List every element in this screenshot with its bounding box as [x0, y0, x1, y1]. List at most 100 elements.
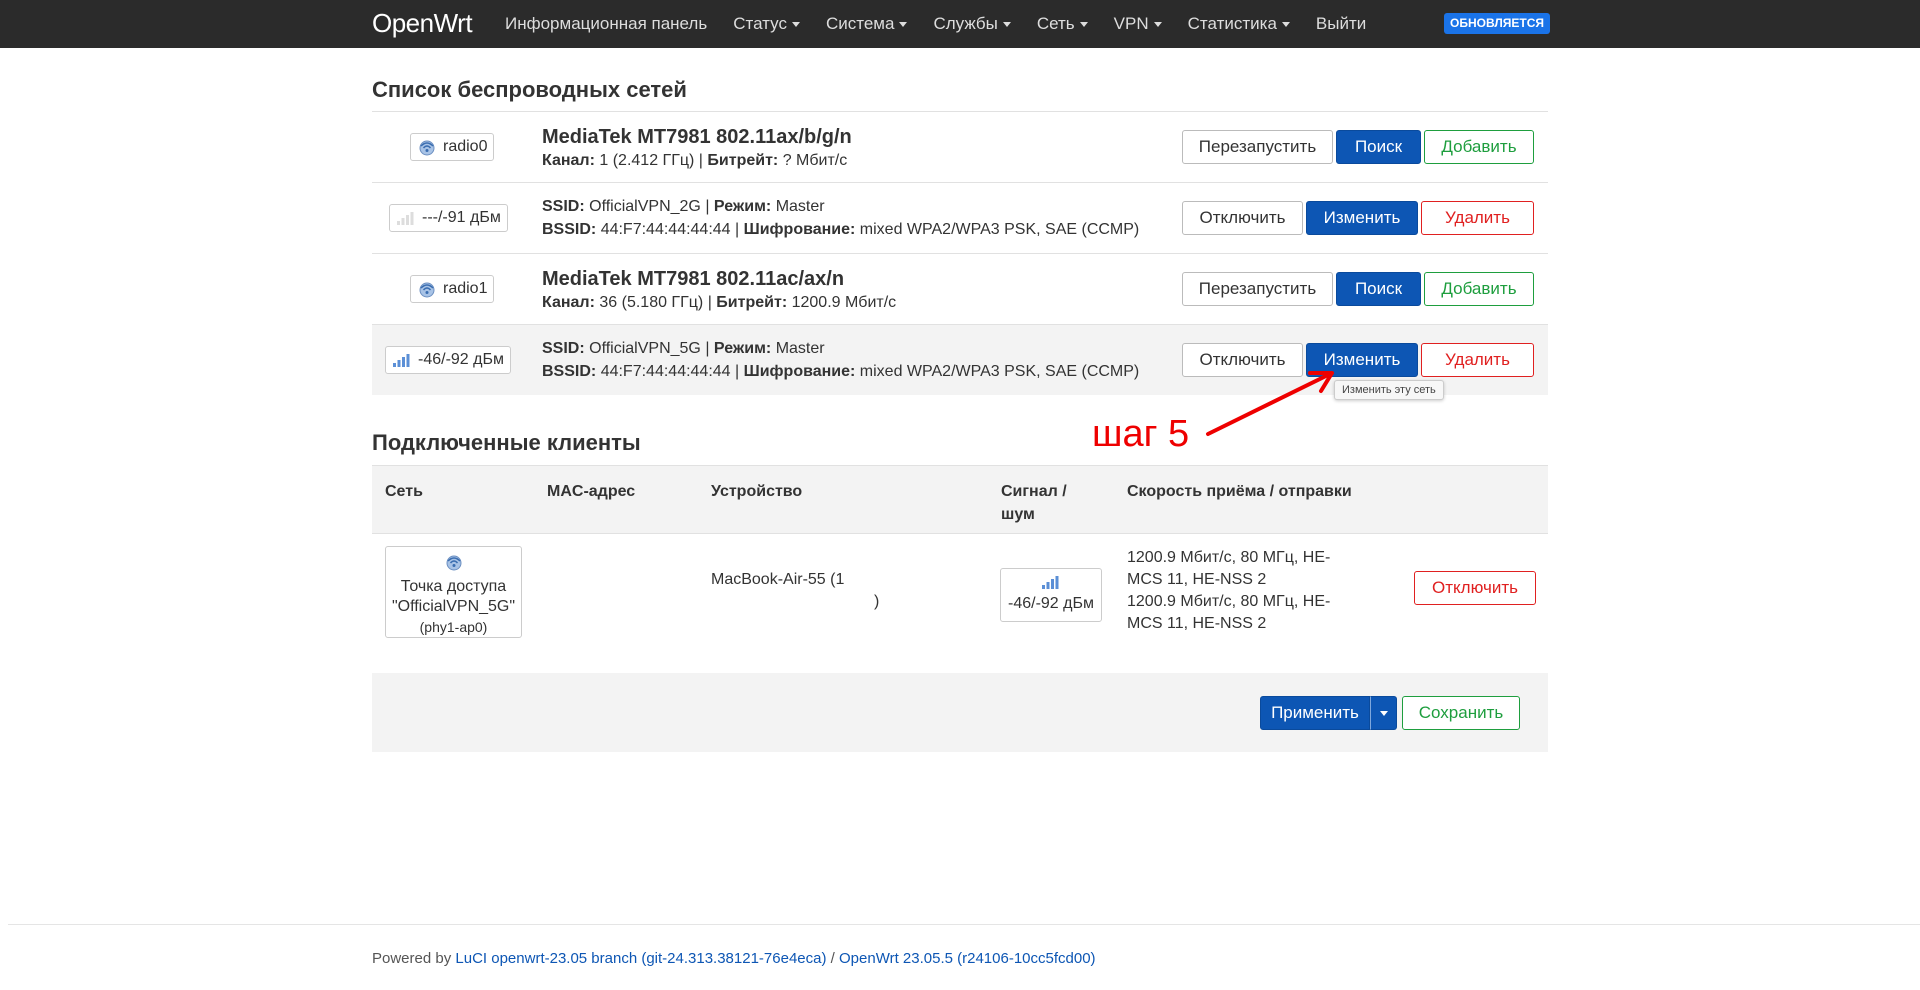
scan-button[interactable]: Поиск — [1336, 130, 1421, 164]
add-network-button[interactable]: Добавить — [1424, 130, 1534, 164]
rate-tx: 1200.9 Мбит/с, 80 МГц, HE-MCS 11, HE-NSS… — [1127, 593, 1331, 632]
radio-row: radio1 MediaTek MT7981 802.11ac/ax/n Кан… — [372, 253, 1548, 324]
radio-name: MediaTek MT7981 802.11ax/b/g/n — [542, 126, 852, 148]
main-menu: Информационная панель Статус Система Слу… — [505, 0, 1392, 48]
signal-value: ---/-91 дБм — [422, 209, 501, 226]
signal-badge: -46/-92 дБм — [385, 346, 511, 374]
col-signal: Сигнал / шум — [1001, 480, 1067, 526]
menu-label: Сеть — [1036, 14, 1075, 33]
footer-divider — [8, 924, 1920, 925]
encryption-label: Шифрование: — [743, 363, 856, 380]
menu-logout[interactable]: Выйти — [1316, 14, 1366, 34]
network-ssid-line: SSID: OfficialVPN_5G | Режим: Master — [542, 340, 825, 357]
radio-info: Канал: 36 (5.180 ГГц) | Битрейт: 1200.9 … — [542, 294, 897, 311]
chevron-down-icon — [899, 21, 908, 27]
encryption-label: Шифрование: — [743, 221, 856, 238]
menu-system[interactable]: Система — [825, 14, 908, 34]
ap-label: Точка доступа — [400, 578, 507, 595]
access-point-badge: Точка доступа "OfficialVPN_5G" (phy1-ap0… — [385, 546, 522, 638]
menu-label: VPN — [1113, 14, 1149, 33]
channel-label: Канал: — [542, 152, 595, 169]
delete-network-button[interactable]: Удалить — [1421, 343, 1534, 377]
menu-label: Статистика — [1187, 14, 1277, 33]
menu-statistics[interactable]: Статистика — [1188, 14, 1290, 34]
ssid-value: OfficialVPN_5G — [589, 340, 701, 357]
menu-network[interactable]: Сеть — [1037, 14, 1088, 34]
col-signal-line: шум — [1001, 506, 1035, 523]
bitrate-value: 1200.9 Мбит/с — [791, 294, 897, 311]
chevron-down-icon — [791, 21, 800, 27]
disconnect-client-button[interactable]: Отключить — [1414, 571, 1536, 605]
disable-network-button[interactable]: Отключить — [1182, 201, 1303, 235]
network-bssid-line: BSSID: 44:F7:44:44:44:44 | Шифрование: m… — [542, 363, 1140, 380]
wifi-radio-icon — [386, 553, 521, 577]
bssid-value: 44:F7:44:44:44:44 — [600, 363, 731, 380]
save-button[interactable]: Сохранить — [1402, 696, 1520, 730]
menu-label: Службы — [933, 14, 998, 33]
chevron-down-icon — [1379, 710, 1388, 716]
channel-label: Канал: — [542, 294, 595, 311]
bitrate-label: Битрейт: — [716, 294, 788, 311]
form-actions: Применить Сохранить — [372, 673, 1548, 752]
bitrate-label: Битрейт: — [707, 152, 779, 169]
radio-name: MediaTek MT7981 802.11ac/ax/n — [542, 268, 845, 290]
apply-split-button: Применить — [1260, 696, 1397, 730]
ssid-label: SSID: — [542, 198, 585, 215]
radio-badge: radio1 — [410, 275, 495, 303]
restart-button[interactable]: Перезапустить — [1182, 272, 1333, 306]
menu-status[interactable]: Статус — [733, 14, 800, 34]
bitrate-value: ? Мбит/с — [782, 152, 848, 169]
radio-info: Канал: 1 (2.412 ГГц) | Битрейт: ? Мбит/с — [542, 152, 848, 169]
encryption-value: mixed WPA2/WPA3 PSK, SAE (CCMP) — [859, 363, 1140, 380]
radio-badge-label: radio0 — [443, 138, 488, 155]
signal-good-icon — [1001, 574, 1101, 595]
annotation-arrow-icon — [1206, 371, 1334, 436]
top-navbar: OpenWrt Информационная панель Статус Сис… — [0, 0, 1920, 48]
client-device: MacBook-Air-55 (1 — [711, 571, 845, 588]
openwrt-link[interactable]: OpenWrt 23.05.5 (r24106-10cc5fcd00) — [839, 950, 1096, 967]
wifi-radio-icon — [417, 280, 437, 298]
footer-prefix: Powered by — [372, 950, 456, 967]
chevron-down-icon — [1281, 21, 1290, 27]
luci-link[interactable]: LuCI openwrt-23.05 branch (git-24.313.38… — [455, 950, 826, 967]
apply-button[interactable]: Применить — [1260, 696, 1370, 730]
menu-label: Система — [825, 14, 895, 33]
col-signal-line: Сигнал / — [1001, 483, 1067, 500]
clients-section-title: Подключенные клиенты — [372, 430, 641, 455]
encryption-value: mixed WPA2/WPA3 PSK, SAE (CCMP) — [859, 221, 1140, 238]
radio-row: radio0 MediaTek MT7981 802.11ax/b/g/n Ка… — [372, 111, 1548, 182]
menu-label: Выйти — [1315, 14, 1367, 33]
signal-none-icon — [396, 210, 416, 226]
menu-vpn[interactable]: VPN — [1114, 14, 1162, 34]
delete-network-button[interactable]: Удалить — [1421, 201, 1534, 235]
table-row: Точка доступа "OfficialVPN_5G" (phy1-ap0… — [372, 534, 1548, 674]
edit-network-button[interactable]: Изменить — [1306, 201, 1418, 235]
table-header: Сеть MAC-адрес Устройство Сигнал / шум Ск… — [372, 465, 1548, 534]
mode-value: Master — [775, 198, 825, 215]
menu-label: Статус — [733, 14, 787, 33]
radio-badge: radio0 — [410, 133, 495, 161]
channel-value: 36 (5.180 ГГц) — [599, 294, 704, 311]
ssid-label: SSID: — [542, 340, 585, 357]
client-device-tail: ) — [874, 593, 880, 610]
restart-button[interactable]: Перезапустить — [1182, 130, 1333, 164]
ssid-value: OfficialVPN_2G — [589, 198, 701, 215]
signal-value: -46/-92 дБм — [418, 351, 504, 368]
menu-dashboard[interactable]: Информационная панель — [505, 14, 707, 34]
footer-separator: / — [826, 950, 839, 967]
mode-label: Режим: — [713, 340, 772, 357]
add-network-button[interactable]: Добавить — [1424, 272, 1534, 306]
mode-value: Master — [775, 340, 825, 357]
network-row: ---/-91 дБм SSID: OfficialVPN_2G | Режим… — [372, 182, 1548, 253]
scan-button[interactable]: Поиск — [1336, 272, 1421, 306]
menu-services[interactable]: Службы — [933, 14, 1011, 34]
edit-tooltip: Изменить эту сеть — [1334, 380, 1444, 400]
radio-badge-label: radio1 — [443, 280, 488, 297]
signal-good-icon — [392, 352, 412, 368]
brand-logo[interactable]: OpenWrt — [372, 8, 473, 39]
apply-dropdown-toggle[interactable] — [1370, 696, 1397, 730]
ap-ssid: "OfficialVPN_5G" — [391, 598, 516, 615]
clients-table: Сеть MAC-адрес Устройство Сигнал / шум Ск… — [372, 465, 1548, 674]
update-status-badge[interactable]: ОБНОВЛЯЕТСЯ — [1444, 13, 1550, 34]
menu-label: Информационная панель — [505, 14, 708, 33]
